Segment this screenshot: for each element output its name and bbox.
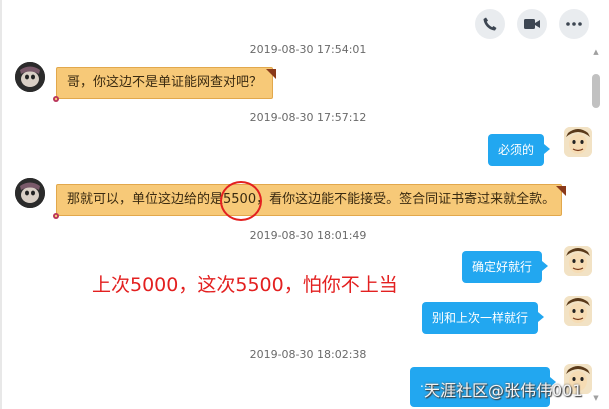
bubble-corner-decoration-icon	[266, 64, 276, 79]
contact-avatar[interactable]	[15, 178, 45, 208]
message-timestamp: 2019-08-30 18:02:38	[249, 348, 367, 361]
bubble-corner-decoration-icon	[556, 181, 566, 196]
contact-avatar-image	[15, 178, 45, 208]
scroll-up-arrow-icon[interactable]: ▲	[592, 48, 600, 56]
message-text: 必须的	[498, 143, 535, 157]
scrollbar-thumb[interactable]	[592, 74, 600, 108]
bubble-decoration-icon	[51, 206, 61, 219]
message-timestamp: 2019-08-30 17:57:12	[249, 111, 367, 124]
my-avatar[interactable]	[564, 246, 592, 276]
outgoing-message-bubble[interactable]: 必须的	[488, 134, 551, 166]
bubble-decoration-icon	[51, 89, 61, 102]
message-text: 确定好就行	[472, 260, 533, 274]
red-annotation-text: 上次5000，这次5500，怕你不上当	[92, 274, 398, 296]
contact-avatar[interactable]	[15, 62, 45, 92]
video-call-button[interactable]	[517, 9, 547, 39]
video-icon	[524, 19, 540, 29]
chat-header	[0, 0, 609, 409]
incoming-message-bubble[interactable]: 那就可以，单位这边给的是5500，看你这边能不能接受。签合同证书寄过来就全款。	[56, 184, 562, 216]
more-icon	[566, 22, 582, 26]
message-timestamp: 2019-08-30 17:54:01	[249, 43, 367, 56]
my-avatar[interactable]	[564, 296, 592, 326]
message-timestamp: 2019-08-30 18:01:49	[249, 229, 367, 242]
voice-call-button[interactable]	[475, 9, 505, 39]
left-edge-divider	[0, 0, 2, 409]
my-avatar-image	[564, 127, 592, 157]
red-circle-annotation	[220, 181, 262, 221]
scroll-down-arrow-icon[interactable]: ▼	[592, 394, 600, 402]
message-text: ，看你这边能不能接受。签合同证书寄过来就全款。	[256, 192, 556, 207]
incoming-message-bubble[interactable]: 哥，你这边不是单证能网查对吧？	[56, 67, 274, 99]
outgoing-message-bubble[interactable]: 别和上次一样就行	[422, 302, 545, 334]
outgoing-message-bubble[interactable]: 确定好就行	[462, 251, 549, 283]
phone-icon	[483, 17, 497, 31]
message-text: 别和上次一样就行	[432, 311, 529, 325]
watermark-text: 天涯社区@张伟伟001	[424, 381, 583, 400]
my-avatar[interactable]	[564, 127, 592, 157]
contact-avatar-image	[15, 62, 45, 92]
message-text: 哥，你这边不是单证能网查对吧？	[67, 75, 263, 90]
more-options-button[interactable]	[559, 9, 589, 39]
my-avatar-image	[564, 246, 592, 276]
my-avatar-image	[564, 296, 592, 326]
message-text: 那就可以，单位这边给的是	[67, 192, 224, 207]
